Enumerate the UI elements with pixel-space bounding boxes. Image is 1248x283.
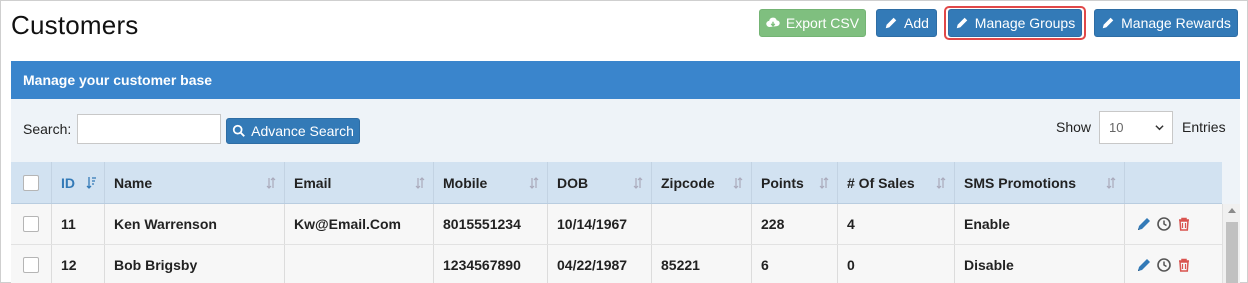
pencil-icon xyxy=(955,16,969,30)
cell-email: Kw@Email.Com xyxy=(285,204,434,244)
column-header-id[interactable]: ID xyxy=(52,162,105,203)
column-header-dob[interactable]: DOB xyxy=(548,162,652,203)
page-size-value: 10 xyxy=(1109,120,1123,135)
select-all-cell xyxy=(11,162,52,203)
page-title: Customers xyxy=(11,10,139,41)
column-label-mobile: Mobile xyxy=(443,175,487,191)
manage-rewards-button[interactable]: Manage Rewards xyxy=(1094,9,1238,37)
table-row: 11 Ken Warrenson Kw@Email.Com 8015551234… xyxy=(11,204,1222,245)
show-label: Show xyxy=(1056,119,1091,135)
search-label: Search: xyxy=(23,121,71,137)
cell-id: 11 xyxy=(52,204,105,244)
cell-sales: 4 xyxy=(838,204,955,244)
table-scrollbar[interactable] xyxy=(1222,204,1240,283)
sort-icon xyxy=(529,176,539,190)
panel-title: Manage your customer base xyxy=(11,61,1240,99)
cell-name: Ken Warrenson xyxy=(105,204,285,244)
row-checkbox[interactable] xyxy=(23,216,39,232)
column-header-points[interactable]: Points xyxy=(752,162,838,203)
column-label-id: ID xyxy=(61,175,75,191)
manage-groups-label: Manage Groups xyxy=(975,15,1075,31)
row-checkbox[interactable] xyxy=(23,257,39,273)
pencil-icon xyxy=(884,16,898,30)
edit-icon[interactable] xyxy=(1136,257,1152,273)
scroll-thumb[interactable] xyxy=(1226,222,1238,283)
cell-points: 6 xyxy=(752,245,838,283)
advance-search-label: Advance Search xyxy=(251,123,354,139)
column-label-sms-promotions: SMS Promotions xyxy=(964,175,1076,191)
sort-icon xyxy=(819,176,829,190)
sort-icon xyxy=(415,176,425,190)
add-customer-button[interactable]: Add xyxy=(876,9,937,37)
cell-dob: 10/14/1967 xyxy=(548,204,652,244)
column-label-dob: DOB xyxy=(557,175,588,191)
search-icon xyxy=(232,124,246,138)
column-header-sms-promotions[interactable]: SMS Promotions xyxy=(955,162,1125,203)
cell-zipcode xyxy=(652,204,752,244)
edit-icon[interactable] xyxy=(1136,216,1152,232)
manage-rewards-label: Manage Rewards xyxy=(1121,15,1231,31)
search-input[interactable] xyxy=(77,114,221,144)
row-select-cell xyxy=(11,204,52,244)
entries-label: Entries xyxy=(1182,119,1226,135)
sort-icon xyxy=(936,176,946,190)
cell-email xyxy=(285,245,434,283)
sort-asc-icon xyxy=(86,176,96,190)
row-actions xyxy=(1125,245,1222,283)
history-icon[interactable] xyxy=(1156,216,1172,232)
column-label-email: Email xyxy=(294,175,331,191)
pencil-icon xyxy=(1101,16,1115,30)
cloud-download-icon xyxy=(766,16,780,30)
column-label-points: Points xyxy=(761,175,804,191)
scroll-up-arrow[interactable] xyxy=(1228,208,1236,213)
cell-mobile: 1234567890 xyxy=(434,245,548,283)
advance-search-button[interactable]: Advance Search xyxy=(226,118,360,144)
trash-icon[interactable] xyxy=(1176,216,1192,232)
column-header-name[interactable]: Name xyxy=(105,162,285,203)
chevron-down-icon xyxy=(1155,123,1164,132)
cell-sms-promotions: Disable xyxy=(955,245,1125,283)
trash-icon[interactable] xyxy=(1176,257,1192,273)
cell-dob: 04/22/1987 xyxy=(548,245,652,283)
column-header-email[interactable]: Email xyxy=(285,162,434,203)
table-row: 12 Bob Brigsby 1234567890 04/22/1987 852… xyxy=(11,245,1222,283)
export-csv-button[interactable]: Export CSV xyxy=(759,9,866,37)
row-select-cell xyxy=(11,245,52,283)
table-header: ID Name Email Mobile DOB Zipcode Points xyxy=(11,162,1222,204)
select-all-checkbox[interactable] xyxy=(23,175,39,191)
sort-icon xyxy=(1106,176,1116,190)
manage-groups-button[interactable]: Manage Groups xyxy=(948,9,1082,37)
sort-icon xyxy=(633,176,643,190)
column-header-actions xyxy=(1125,162,1222,203)
cell-points: 228 xyxy=(752,204,838,244)
page-size-select[interactable]: 10 xyxy=(1099,111,1173,144)
row-actions xyxy=(1125,204,1222,244)
cell-id: 12 xyxy=(52,245,105,283)
sort-icon xyxy=(266,176,276,190)
column-header-mobile[interactable]: Mobile xyxy=(434,162,548,203)
export-csv-label: Export CSV xyxy=(786,15,859,31)
cell-sms-promotions: Enable xyxy=(955,204,1125,244)
cell-sales: 0 xyxy=(838,245,955,283)
column-label-zipcode: Zipcode xyxy=(661,175,715,191)
column-header-sales[interactable]: # Of Sales xyxy=(838,162,955,203)
add-label: Add xyxy=(904,15,929,31)
cell-zipcode: 85221 xyxy=(652,245,752,283)
cell-mobile: 8015551234 xyxy=(434,204,548,244)
sort-icon xyxy=(733,176,743,190)
cell-name: Bob Brigsby xyxy=(105,245,285,283)
history-icon[interactable] xyxy=(1156,257,1172,273)
column-header-zipcode[interactable]: Zipcode xyxy=(652,162,752,203)
column-label-name: Name xyxy=(114,175,152,191)
column-label-sales: # Of Sales xyxy=(847,175,915,191)
